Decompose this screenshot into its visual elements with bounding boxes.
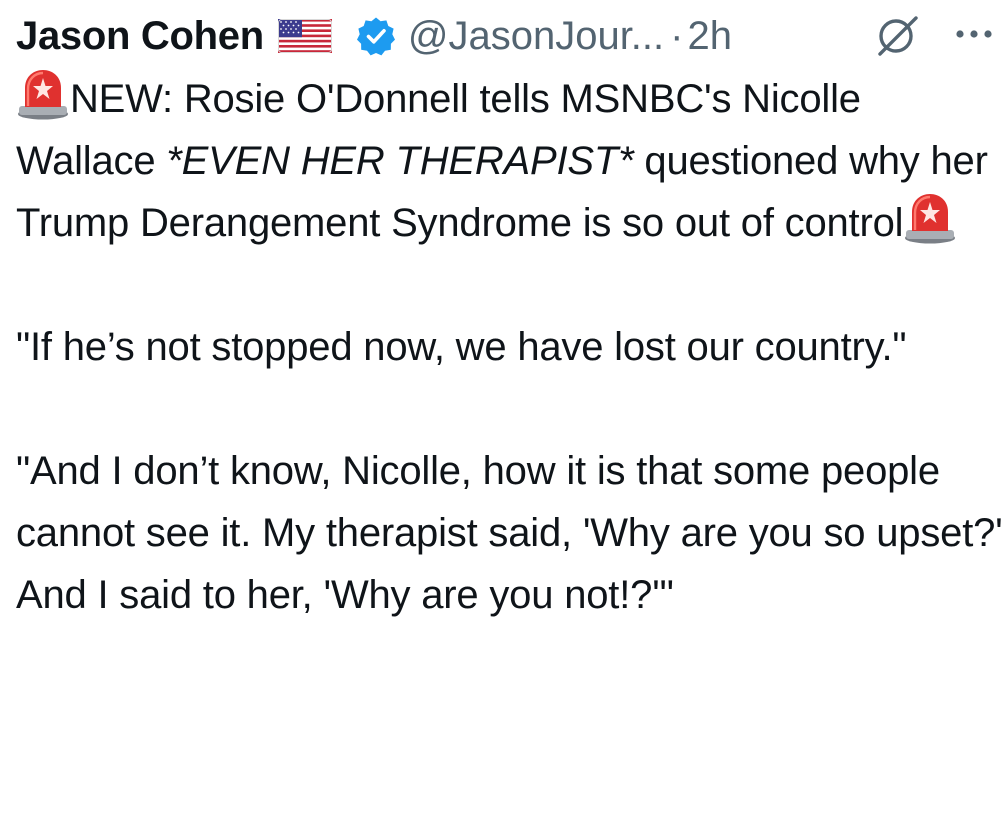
us-flag-icon	[277, 19, 332, 53]
more-options-icon[interactable]	[950, 20, 998, 48]
tweet-paragraph-2: "If he’s not stopped now, we have lost o…	[16, 325, 907, 369]
tweet-text: NEW: Rosie O'Donnell tells MSNBC's Nicol…	[16, 68, 1006, 626]
author-display-name[interactable]: Jason Cohen	[16, 14, 264, 59]
tweet[interactable]: Jason Cohen @JasonJour... · 2h NEW: Rosi…	[0, 0, 1008, 827]
tweet-timestamp[interactable]: 2h	[687, 14, 732, 59]
tweet-header: Jason Cohen @JasonJour... · 2h	[16, 8, 996, 64]
header-separator: ·	[670, 13, 684, 58]
verified-badge-icon	[356, 17, 395, 56]
police-siren-icon	[905, 194, 956, 244]
tweet-paragraph-3: "And I don’t know, Nicolle, how it is th…	[16, 449, 1003, 617]
grok-icon[interactable]	[872, 12, 922, 56]
tweet-paragraph-1: NEW: Rosie O'Donnell tells MSNBC's Nicol…	[16, 68, 1006, 254]
paragraph-1-italic-text: *EVEN HER THERAPIST*	[166, 139, 634, 183]
police-siren-icon	[18, 70, 68, 120]
author-handle[interactable]: @JasonJour...	[408, 14, 664, 59]
